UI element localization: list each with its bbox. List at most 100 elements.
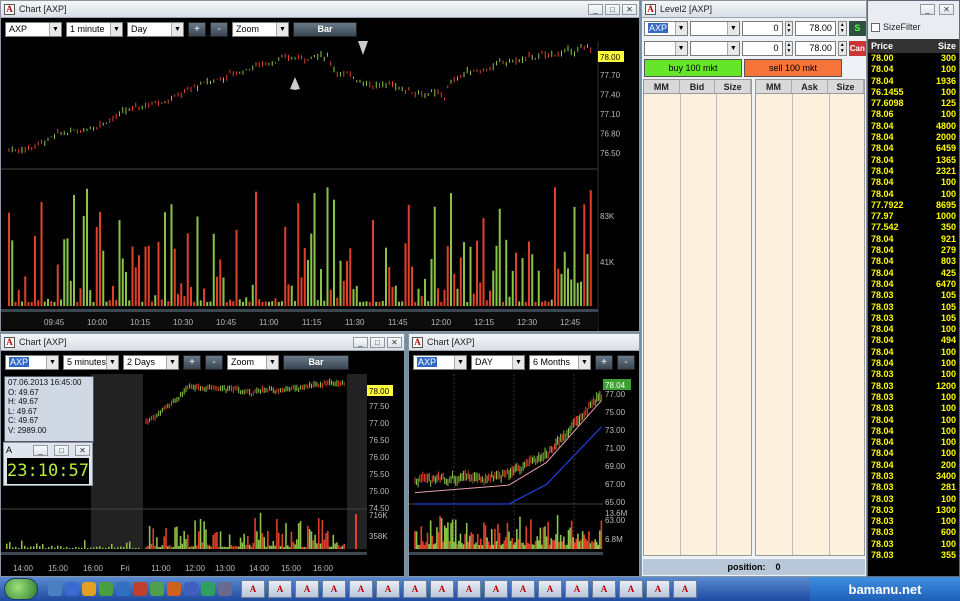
price-stepper[interactable]: ▲ ▼ <box>837 20 847 36</box>
taskbar-app-button[interactable]: A <box>511 580 535 598</box>
minimize-icon[interactable]: _ <box>353 336 368 348</box>
taskbar-app-button[interactable]: A <box>484 580 508 598</box>
volume-bar <box>87 547 89 549</box>
price-field[interactable]: 78.00 <box>795 20 836 36</box>
time-tick-label: 11:00 <box>151 564 171 573</box>
start-button[interactable] <box>4 578 38 600</box>
range-select[interactable]: 6 Months ▼ <box>529 354 591 370</box>
firefox-icon[interactable] <box>167 582 181 596</box>
volume-bar <box>272 541 275 549</box>
range-select[interactable]: 2 Days ▼ <box>123 354 179 370</box>
close-icon[interactable]: ✕ <box>387 336 402 348</box>
main-chart-plot[interactable]: 77.70 77.40 77.10 76.80 76.50 78.00 83K 41K 09:4… <box>1 41 639 331</box>
zoom-in-button[interactable]: + <box>188 21 206 37</box>
zoom-in-button[interactable]: + <box>595 354 613 370</box>
chart-daily-titlebar[interactable]: A Chart [AXP] <box>409 334 639 351</box>
buy-100-mkt-button[interactable]: buy 100 mkt <box>644 59 742 77</box>
zoom-out-button[interactable]: - <box>210 21 228 37</box>
symbol-select[interactable]: AXP ▼ <box>413 354 467 370</box>
explorer-icon[interactable] <box>65 582 79 596</box>
taskbar-app-button[interactable]: A <box>565 580 589 598</box>
taskbar-app-button[interactable]: A <box>430 580 454 598</box>
taskbar-app-button[interactable]: A <box>403 580 427 598</box>
browser-icon[interactable] <box>116 582 130 596</box>
volume-bar <box>407 204 410 306</box>
minimize-icon[interactable]: _ <box>588 3 603 15</box>
chat-icon[interactable] <box>150 582 164 596</box>
time-sales-row: 78.03 600 <box>868 527 959 538</box>
price-field-2[interactable]: 78.00 <box>795 40 836 56</box>
chart-type-button[interactable]: Bar <box>283 354 349 370</box>
close-icon[interactable]: ✕ <box>622 3 637 15</box>
tool-icon[interactable] <box>218 582 232 596</box>
quantity-stepper-2[interactable]: ▲ ▼ <box>784 40 794 56</box>
minimize-icon[interactable]: _ <box>33 444 48 456</box>
zoom-out-button[interactable]: - <box>205 354 223 370</box>
volume-bar <box>459 533 462 549</box>
close-icon[interactable]: ✕ <box>939 4 954 15</box>
taskbar-app-button[interactable]: A <box>619 580 643 598</box>
maximize-icon[interactable]: □ <box>370 336 385 348</box>
taskbar-app-button[interactable]: A <box>322 580 346 598</box>
zoom-select[interactable]: Zoom ▼ <box>227 354 279 370</box>
show-desktop-icon[interactable] <box>48 582 62 596</box>
volume-bar <box>205 529 207 549</box>
taskbar-app-button[interactable]: A <box>241 580 265 598</box>
taskbar-app-button[interactable]: A <box>268 580 292 598</box>
symbol-select[interactable]: AXP ▼ <box>5 21 62 37</box>
taskbar-app-button[interactable]: A <box>673 580 697 598</box>
time-sales-row: 78.04 100 <box>868 415 959 426</box>
maximize-icon[interactable]: □ <box>605 3 620 15</box>
interval-select[interactable]: DAY ▼ <box>471 354 525 370</box>
chart-daily-plot[interactable]: 77.0075.0073.0071.0069.0067.0065.0063.00… <box>409 374 639 576</box>
taskbar-app-button[interactable]: A <box>349 580 373 598</box>
cancel-button[interactable]: Can <box>848 40 866 56</box>
type-select[interactable]: ▼ <box>689 40 740 56</box>
zoom-in-button[interactable]: + <box>183 354 201 370</box>
taskbar-app-button[interactable]: A <box>592 580 616 598</box>
range-select[interactable]: Day ▼ <box>127 21 184 37</box>
chevron-down-icon: ▼ <box>171 22 183 36</box>
volume-bar <box>248 544 251 549</box>
zoom-out-button[interactable]: - <box>617 354 635 370</box>
symbol-select[interactable]: AXP ▼ <box>5 354 59 370</box>
taskbar-app-button[interactable]: A <box>295 580 319 598</box>
main-chart-titlebar[interactable]: A Chart [AXP] _ □ ✕ <box>1 1 639 18</box>
time-sales-list[interactable]: 78.00 300 78.04 100 78.04 1936 76.1455 100 77.60… <box>868 53 959 559</box>
app-quick-icon[interactable] <box>99 582 113 596</box>
level2-titlebar[interactable]: A Level2 [AXP] <box>642 1 866 18</box>
quantity-field[interactable]: 0 <box>741 20 783 36</box>
volume-bar <box>47 298 49 306</box>
size-filter-checkbox[interactable] <box>871 22 880 32</box>
volume-bar <box>502 301 504 306</box>
account-select[interactable]: ▼ <box>644 40 688 56</box>
price-stepper-2[interactable]: ▲ ▼ <box>837 40 847 56</box>
time-tick-label: 16:00 <box>313 564 334 573</box>
interval-select[interactable]: 5 minutes ▼ <box>63 354 119 370</box>
quantity-stepper[interactable]: ▲ ▼ <box>784 20 794 36</box>
volume-bar <box>323 539 325 549</box>
taskbar-app-button[interactable]: A <box>457 580 481 598</box>
mail-icon[interactable] <box>184 582 198 596</box>
minimize-icon[interactable]: _ <box>920 4 935 15</box>
volume-bar <box>221 546 224 549</box>
skype-icon[interactable] <box>201 582 215 596</box>
interval-select[interactable]: 1 minute ▼ <box>66 21 123 37</box>
taskbar-app-button[interactable]: A <box>646 580 670 598</box>
symbol-select[interactable]: AXP ▼ <box>644 20 688 36</box>
quantity-field-2[interactable]: 0 <box>741 40 783 56</box>
maximize-icon[interactable]: □ <box>54 444 69 456</box>
send-button[interactable]: S <box>848 20 866 36</box>
media-icon[interactable] <box>133 582 147 596</box>
time-sales-row: 78.04 100 <box>868 324 959 335</box>
taskbar-app-button[interactable]: A <box>538 580 562 598</box>
taskbar-app-button[interactable]: A <box>376 580 400 598</box>
route-select[interactable]: ▼ <box>689 20 740 36</box>
folder-icon[interactable] <box>82 582 96 596</box>
volume-bar <box>428 544 430 549</box>
chart-5min-titlebar[interactable]: A Chart [AXP] _ □ ✕ <box>1 334 404 351</box>
zoom-select[interactable]: Zoom ▼ <box>232 21 289 37</box>
close-icon[interactable]: ✕ <box>75 444 90 456</box>
sell-100-mkt-button[interactable]: sell 100 mkt <box>744 59 842 77</box>
chart-type-button[interactable]: Bar <box>293 21 357 37</box>
